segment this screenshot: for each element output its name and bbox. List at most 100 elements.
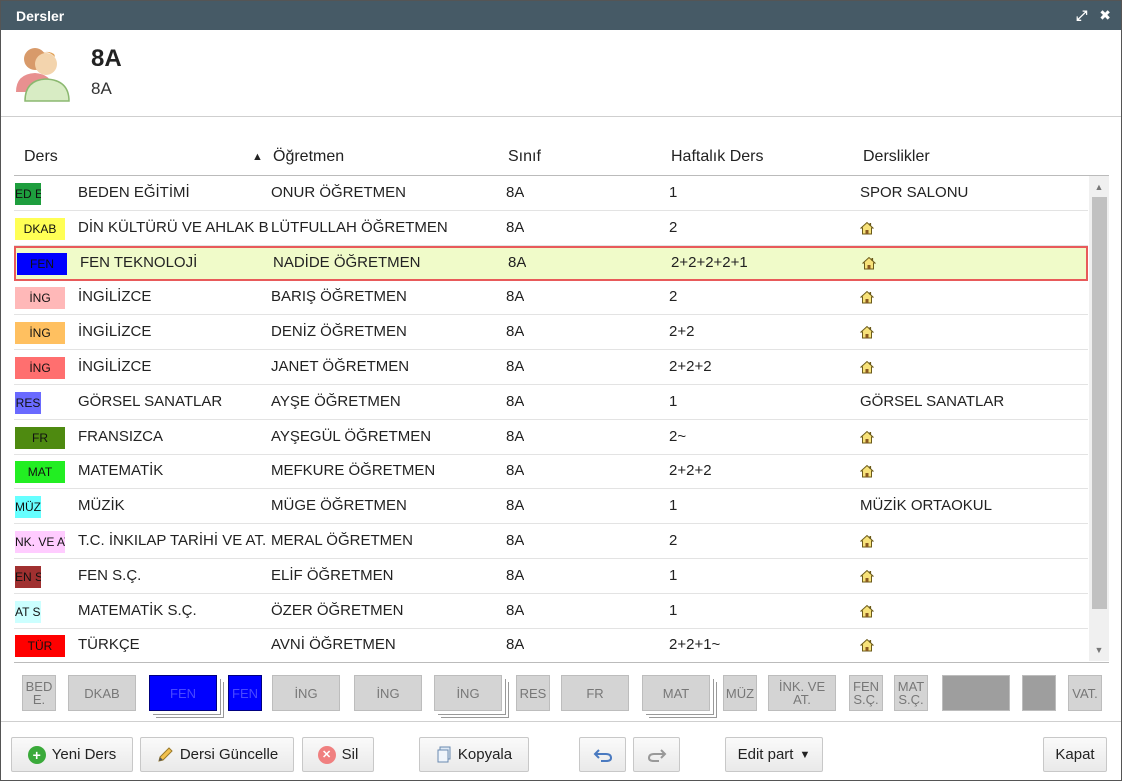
lesson-name: FEN TEKNOLOJİ (80, 253, 198, 271)
delete-icon: ✕ (317, 745, 336, 764)
weekly-hours: 1 (669, 601, 678, 619)
table-row[interactable]: DKAB DİN KÜLTÜRÜ VE AHLAK B LÜTFULLAH ÖĞRE… (14, 211, 1088, 246)
edit-part-dropdown[interactable]: Edit part ▼ (725, 737, 823, 772)
teacher-name: AYŞE ÖĞRETMEN (271, 392, 401, 410)
lesson-color-swatch: EN S. (15, 565, 41, 588)
lesson-name: İNGİLİZCE (78, 288, 152, 306)
class-name: 8A (506, 358, 525, 375)
lesson-tile[interactable]: İNG (354, 675, 422, 711)
lesson-tile[interactable]: VAT. (1068, 675, 1102, 711)
class-name: 8A (506, 532, 525, 549)
classroom: MÜZİK ORTAOKUL (860, 497, 992, 515)
lesson-tile[interactable]: FEN (228, 675, 262, 711)
new-lesson-label: Yeni Ders (51, 746, 117, 763)
new-lesson-button[interactable]: + Yeni Ders (11, 737, 133, 772)
scroll-down-icon[interactable]: ▼ (1089, 641, 1109, 659)
undo-button[interactable] (579, 737, 626, 772)
column-header-ogretmen[interactable]: Öğretmen (273, 148, 344, 166)
lesson-tile[interactable] (1022, 675, 1056, 711)
close-button[interactable]: Kapat (1043, 737, 1107, 772)
lesson-tile[interactable]: FR (561, 675, 629, 711)
home-icon (860, 604, 874, 622)
vertical-scrollbar[interactable]: ▲ ▼ (1089, 176, 1109, 661)
footer-toolbar: + Yeni Ders Dersi Güncelle ✕ Sil Kopyala (1, 721, 1121, 781)
class-name: 8A (506, 497, 525, 515)
lesson-name: İNGİLİZCE (78, 323, 152, 341)
lesson-tile[interactable]: BED E. (22, 675, 56, 711)
class-header: 8A 8A (1, 30, 1121, 117)
table-row[interactable]: FEN FEN TEKNOLOJİ NADİDE ÖĞRETMEN 8A 2+2+2+2… (14, 245, 1088, 281)
weekly-hours: 2 (669, 288, 678, 306)
table-row[interactable]: ED E BEDEN EĞİTİMİ ONUR ÖĞRETMEN 8A 1 SPOR SA… (14, 176, 1088, 211)
table-row[interactable]: MAT MATEMATİK MEFKURE ÖĞRETMEN 8A 2+2+2 (14, 454, 1088, 490)
home-icon (860, 221, 874, 239)
lesson-tile[interactable]: MÜZ (723, 675, 757, 711)
class-name: 8A (506, 462, 525, 480)
lesson-tile[interactable]: İNG (434, 675, 502, 711)
column-header-derslikler[interactable]: Derslikler (863, 148, 930, 166)
weekly-hours: 2+2+2+2+1 (671, 253, 748, 271)
sort-asc-icon[interactable]: ▲ (252, 151, 263, 163)
lesson-tile[interactable]: İNK. VE AT. (768, 675, 836, 711)
weekly-hours: 1 (669, 184, 678, 201)
table-row[interactable]: TÜR TÜRKÇE AVNİ ÖĞRETMEN 8A 2+2+1~ (14, 628, 1088, 661)
table-row[interactable]: FR FRANSIZCA AYŞEGÜL ÖĞRETMEN 8A 2~ (14, 420, 1088, 455)
column-header-ders[interactable]: Ders (24, 148, 58, 166)
home-icon (860, 290, 874, 308)
lesson-color-swatch: ED E (15, 183, 41, 205)
redo-icon (647, 748, 666, 762)
update-lesson-button[interactable]: Dersi Güncelle (140, 737, 294, 772)
lesson-tile[interactable]: FEN S.Ç. (849, 675, 883, 711)
teacher-name: DENİZ ÖĞRETMEN (271, 323, 407, 341)
classroom: SPOR SALONU (860, 184, 969, 201)
column-header-sinif[interactable]: Sınıf (508, 148, 541, 166)
close-icon[interactable]: ✖ (1099, 7, 1111, 24)
table-row[interactable]: NK. VE AT T.C. İNKILAP TARİHİ VE AT.MERAL… (14, 524, 1088, 559)
table-row[interactable]: EN S. FEN S.Ç. ELİF ÖĞRETMEN 8A 1 (14, 559, 1088, 594)
redo-button[interactable] (633, 737, 680, 772)
lesson-color-swatch: İNG (15, 287, 65, 310)
teacher-name: ÖZER ÖĞRETMEN (271, 601, 404, 619)
home-icon (860, 534, 874, 552)
lesson-tile[interactable]: MAT (642, 675, 710, 711)
lesson-tile[interactable]: MAT S.Ç. (894, 675, 928, 711)
weekly-hours: 2+2+2 (669, 462, 712, 480)
weekly-hours: 1 (669, 497, 678, 515)
lesson-name: TÜRKÇE (78, 636, 140, 654)
table-body: TÜR TÜRKÇE AVNİ ÖĞRETMEN 8A 2+2+1~ AT S. MATEM… (14, 176, 1109, 661)
weekly-hours: 2+2+1~ (669, 636, 721, 654)
page-subtitle: 8A (91, 79, 112, 98)
home-icon (860, 464, 874, 482)
lesson-name: GÖRSEL SANATLAR (78, 392, 223, 410)
home-icon (860, 638, 874, 656)
plus-icon: + (27, 745, 46, 764)
class-name: 8A (506, 427, 525, 445)
delete-button[interactable]: ✕ Sil (302, 737, 374, 772)
table-row[interactable]: RES GÖRSEL SANATLAR AYŞE ÖĞRETMEN 8A 1 GÖRSEL… (14, 385, 1088, 420)
home-icon (860, 569, 874, 587)
maximize-icon[interactable]: ⤢ (1076, 7, 1087, 24)
copy-icon (437, 746, 451, 762)
table-row[interactable]: İNG İNGİLİZCE BARIŞ ÖĞRETMEN 8A 2 (14, 280, 1088, 316)
lesson-name: BEDEN EĞİTİMİ (78, 184, 190, 201)
lesson-tile[interactable]: DKAB (68, 675, 136, 711)
table-row[interactable]: İNG İNGİLİZCE JANET ÖĞRETMEN 8A 2+2+2 (14, 350, 1088, 385)
lesson-color-swatch: TÜR (15, 635, 65, 658)
table-row[interactable]: MÜZ MÜZİK MÜGE ÖĞRETMEN 8A 1 MÜZİK ORTAOKUL (14, 489, 1088, 525)
lesson-color-swatch: İNG (15, 322, 65, 345)
column-header-haftalik[interactable]: Haftalık Ders (671, 148, 763, 166)
lesson-tile[interactable]: RES (516, 675, 550, 711)
table-row[interactable]: AT S. MATEMATİK S.Ç. ÖZER ÖĞRETMEN 8A 1 (14, 594, 1088, 629)
copy-button[interactable]: Kopyala (419, 737, 529, 772)
teacher-name: BARIŞ ÖĞRETMEN (271, 288, 407, 306)
close-label: Kapat (1055, 746, 1095, 763)
lesson-tile[interactable]: İNG (272, 675, 340, 711)
scroll-up-icon[interactable]: ▲ (1089, 178, 1109, 196)
lesson-tile[interactable]: FEN (149, 675, 217, 711)
lesson-name: MATEMATİK S.Ç. (78, 601, 197, 619)
lesson-tile[interactable] (942, 675, 1010, 711)
lesson-color-swatch: İNG (15, 357, 65, 379)
lesson-name: FEN S.Ç. (78, 566, 142, 584)
table-row[interactable]: İNG İNGİLİZCE DENİZ ÖĞRETMEN 8A 2+2 (14, 315, 1088, 351)
scroll-thumb[interactable] (1092, 197, 1107, 609)
